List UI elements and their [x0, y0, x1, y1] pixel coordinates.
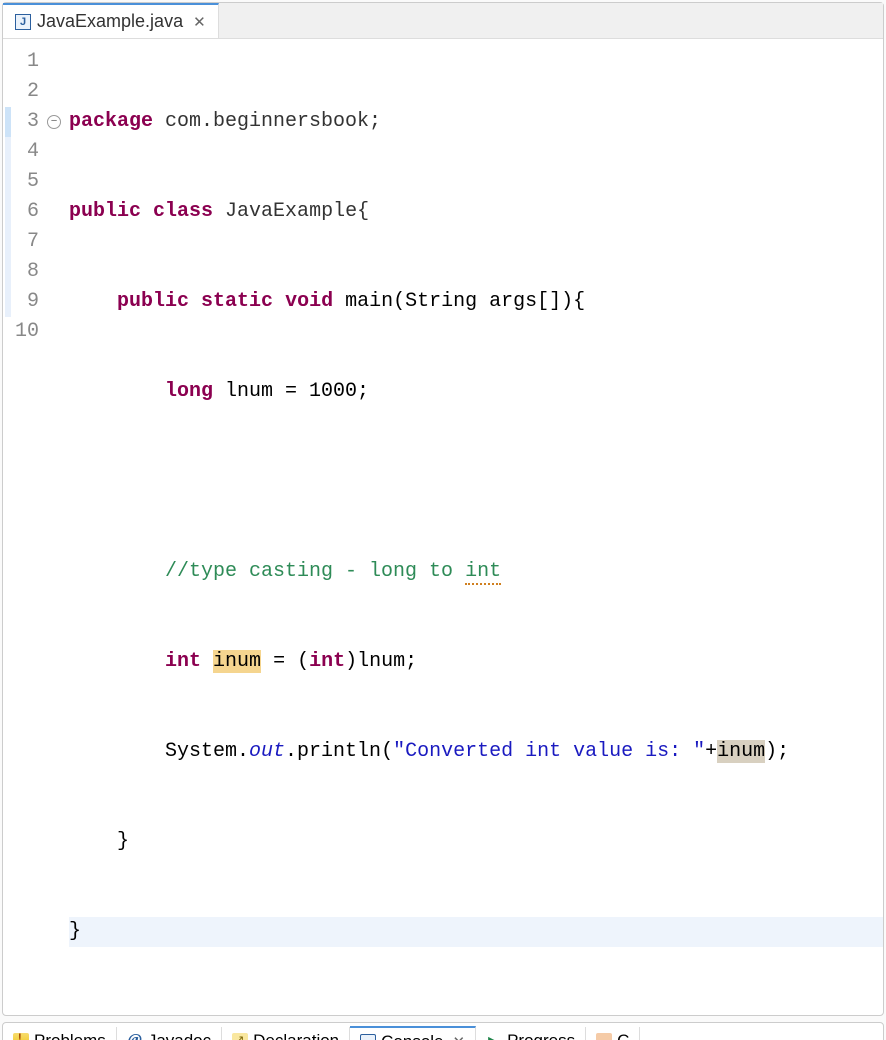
problems-icon [13, 1033, 29, 1040]
code-line: System.out.println("Converted int value … [69, 737, 883, 767]
override-strip [3, 47, 13, 1007]
tab-problems[interactable]: Problems [3, 1027, 117, 1040]
code-body[interactable]: 1 2 3 4 5 6 7 8 9 10 − package com.begin… [3, 39, 883, 1015]
java-file-icon: J [15, 14, 31, 30]
line-number: 1 [13, 47, 39, 77]
tab-cut[interactable]: C [586, 1027, 640, 1040]
code-lines[interactable]: package com.beginnersbook; public class … [65, 47, 883, 1007]
code-line: int inum = (int)lnum; [69, 647, 883, 677]
other-icon [596, 1033, 612, 1040]
editor-panel: J JavaExample.java ✕ 1 2 3 4 5 6 7 8 9 1… [2, 2, 884, 1016]
code-line: public static void main(String args[]){ [69, 287, 883, 317]
bottom-tab-bar: Problems @ Javadoc Declaration Console ✕… [3, 1023, 883, 1040]
fold-toggle-icon[interactable]: − [47, 115, 61, 129]
line-number: 10 [13, 317, 39, 347]
line-number: 9 [13, 287, 39, 317]
line-number: 2 [13, 77, 39, 107]
code-line: } [69, 917, 883, 947]
override-marker [5, 107, 11, 137]
code-line: package com.beginnersbook; [69, 107, 883, 137]
tab-javadoc[interactable]: @ Javadoc [117, 1027, 222, 1040]
code-line: public class JavaExample{ [69, 197, 883, 227]
tab-progress[interactable]: Progress [476, 1027, 586, 1040]
editor-tab-javaexample[interactable]: J JavaExample.java ✕ [3, 3, 219, 38]
code-line: long lnum = 1000; [69, 377, 883, 407]
close-icon[interactable]: ✕ [189, 13, 206, 31]
line-number-gutter: 1 2 3 4 5 6 7 8 9 10 [13, 47, 47, 1007]
close-icon[interactable]: ✕ [449, 1033, 466, 1040]
code-line [69, 467, 883, 497]
editor-tab-bar: J JavaExample.java ✕ [3, 3, 883, 39]
line-number: 5 [13, 167, 39, 197]
code-line: } [69, 827, 883, 857]
line-number: 8 [13, 257, 39, 287]
progress-icon [486, 1033, 502, 1040]
line-number: 7 [13, 227, 39, 257]
fold-column: − [47, 47, 65, 1007]
code-line: //type casting - long to int [69, 557, 883, 587]
line-number: 6 [13, 197, 39, 227]
console-icon [360, 1034, 376, 1040]
line-number: 3 [13, 107, 39, 137]
javadoc-icon: @ [127, 1033, 143, 1040]
bottom-panel: Problems @ Javadoc Declaration Console ✕… [2, 1022, 884, 1040]
line-number: 4 [13, 137, 39, 167]
tab-console[interactable]: Console ✕ [350, 1026, 476, 1040]
editor-tab-filename: JavaExample.java [37, 11, 183, 32]
declaration-icon [232, 1033, 248, 1040]
tab-declaration[interactable]: Declaration [222, 1027, 350, 1040]
method-range-marker [5, 137, 11, 317]
